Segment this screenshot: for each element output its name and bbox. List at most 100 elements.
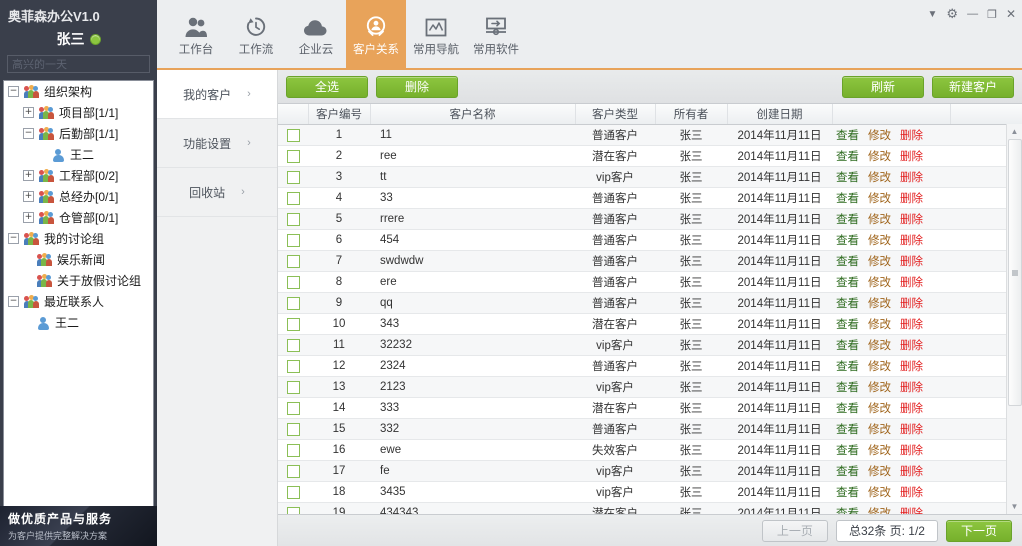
edit-link[interactable]: 修改 [868,379,891,395]
view-link[interactable]: 查看 [836,274,859,290]
edit-link[interactable]: 修改 [868,127,891,143]
vertical-scrollbar[interactable]: ▲ ▼ [1006,124,1022,514]
table-row[interactable]: 11 32232 vip客户 张三 2014年11月11日 查看 修改 删除 [278,334,1022,356]
table-row[interactable]: 18 3435 vip客户 张三 2014年11月11日 查看 修改 删除 [278,481,1022,503]
next-page-button[interactable]: 下一页 [945,519,1012,542]
delete-link[interactable]: 删除 [900,274,923,290]
table-col-header-1[interactable]: 客户编号 [308,104,371,125]
view-link[interactable]: 查看 [836,505,859,514]
online-status-icon[interactable] [89,33,101,45]
row-checkbox[interactable] [286,464,300,478]
row-checkbox[interactable] [286,485,300,499]
delete-link[interactable]: 删除 [900,127,923,143]
table-col-header-2[interactable]: 客户名称 [370,104,576,125]
tree-toggle-icon[interactable]: − [8,233,19,244]
delete-link[interactable]: 删除 [900,211,923,227]
tree-toggle-icon[interactable]: + [23,170,34,181]
table-row[interactable]: 7 swdwdw 普通客户 张三 2014年11月11日 查看 修改 删除 [278,250,1022,272]
select-all-button[interactable]: 全选 [286,75,368,98]
row-checkbox[interactable] [286,401,300,415]
row-checkbox[interactable] [286,191,300,205]
tree-node[interactable]: 王二 [4,144,153,165]
edit-link[interactable]: 修改 [868,253,891,269]
table-row[interactable]: 2 ree 潜在客户 张三 2014年11月11日 查看 修改 删除 [278,145,1022,167]
edit-link[interactable]: 修改 [868,442,891,458]
edit-link[interactable]: 修改 [868,190,891,206]
tree-node[interactable]: − 我的讨论组 [4,228,153,249]
tree-toggle-icon[interactable]: − [23,128,34,139]
nav-item-3[interactable]: 客户关系 [346,0,406,68]
scrollbar-thumb[interactable] [1008,139,1022,406]
edit-link[interactable]: 修改 [868,295,891,311]
row-checkbox[interactable] [286,359,300,373]
delete-link[interactable]: 删除 [900,169,923,185]
table-col-header-3[interactable]: 客户类型 [575,104,656,125]
restore-icon[interactable]: ❐ [987,8,997,21]
tree-toggle-icon[interactable]: − [8,296,19,307]
view-link[interactable]: 查看 [836,463,859,479]
table-row[interactable]: 9 qq 普通客户 张三 2014年11月11日 查看 修改 删除 [278,292,1022,314]
row-checkbox[interactable] [286,380,300,394]
view-link[interactable]: 查看 [836,316,859,332]
table-col-header-4[interactable]: 所有者 [655,104,728,125]
view-link[interactable]: 查看 [836,169,859,185]
row-checkbox[interactable] [286,275,300,289]
tree-toggle-icon[interactable] [23,318,32,327]
table-row[interactable]: 14 333 潜在客户 张三 2014年11月11日 查看 修改 删除 [278,397,1022,419]
edit-link[interactable]: 修改 [868,274,891,290]
row-checkbox[interactable] [286,254,300,268]
table-row[interactable]: 17 fe vip客户 张三 2014年11月11日 查看 修改 删除 [278,460,1022,482]
mood-input[interactable] [7,55,150,73]
tree-node[interactable]: + 仓管部[0/1] [4,207,153,228]
delete-link[interactable]: 删除 [900,379,923,395]
table-row[interactable]: 19 434343 潜在客户 张三 2014年11月11日 查看 修改 删除 [278,502,1022,514]
row-checkbox[interactable] [286,422,300,436]
tree-toggle-icon[interactable]: + [23,212,34,223]
nav-item-1[interactable]: 工作流 [226,0,286,68]
table-row[interactable]: 1 11 普通客户 张三 2014年11月11日 查看 修改 删除 [278,124,1022,146]
tree-node[interactable]: 娱乐新闻 [4,249,153,270]
table-col-header-6[interactable] [832,104,951,125]
prev-page-button[interactable]: 上一页 [761,519,828,542]
view-link[interactable]: 查看 [836,127,859,143]
tree-node[interactable]: − 组织架构 [4,81,153,102]
view-link[interactable]: 查看 [836,148,859,164]
tree-node[interactable]: − 后勤部[1/1] [4,123,153,144]
view-link[interactable]: 查看 [836,400,859,416]
tree-node[interactable]: 王二 [4,312,153,333]
tree-toggle-icon[interactable]: − [8,86,19,97]
scroll-up-arrow[interactable]: ▲ [1007,124,1022,139]
edit-link[interactable]: 修改 [868,421,891,437]
table-row[interactable]: 4 33 普通客户 张三 2014年11月11日 查看 修改 删除 [278,187,1022,209]
tree-node[interactable]: − 最近联系人 [4,291,153,312]
delete-link[interactable]: 删除 [900,358,923,374]
table-row[interactable]: 8 ere 普通客户 张三 2014年11月11日 查看 修改 删除 [278,271,1022,293]
minimize-icon[interactable]: — [967,8,978,20]
table-row[interactable]: 3 tt vip客户 张三 2014年11月11日 查看 修改 删除 [278,166,1022,188]
row-checkbox[interactable] [286,128,300,142]
table-row[interactable]: 5 rrere 普通客户 张三 2014年11月11日 查看 修改 删除 [278,208,1022,230]
table-row[interactable]: 12 2324 普通客户 张三 2014年11月11日 查看 修改 删除 [278,355,1022,377]
table-row[interactable]: 15 332 普通客户 张三 2014年11月11日 查看 修改 删除 [278,418,1022,440]
nav-item-0[interactable]: 工作台 [166,0,226,68]
tree-toggle-icon[interactable]: + [23,191,34,202]
row-checkbox[interactable] [286,338,300,352]
table-row[interactable]: 16 ewe 失效客户 张三 2014年11月11日 查看 修改 删除 [278,439,1022,461]
submenu-item-0[interactable]: 我的客户 › [157,70,277,119]
table-row[interactable]: 6 454 普通客户 张三 2014年11月11日 查看 修改 删除 [278,229,1022,251]
delete-link[interactable]: 删除 [900,316,923,332]
row-checkbox[interactable] [286,233,300,247]
row-checkbox[interactable] [286,506,300,514]
delete-link[interactable]: 删除 [900,232,923,248]
edit-link[interactable]: 修改 [868,463,891,479]
nav-item-5[interactable]: 常用软件 [466,0,526,68]
table-row[interactable]: 10 343 潜在客户 张三 2014年11月11日 查看 修改 删除 [278,313,1022,335]
table-col-header-5[interactable]: 创建日期 [727,104,833,125]
tree-node[interactable]: + 总经办[0/1] [4,186,153,207]
table-col-header-7[interactable] [950,104,1022,125]
edit-link[interactable]: 修改 [868,358,891,374]
tree-toggle-icon[interactable] [23,255,32,264]
row-checkbox[interactable] [286,443,300,457]
edit-link[interactable]: 修改 [868,316,891,332]
delete-link[interactable]: 删除 [900,337,923,353]
